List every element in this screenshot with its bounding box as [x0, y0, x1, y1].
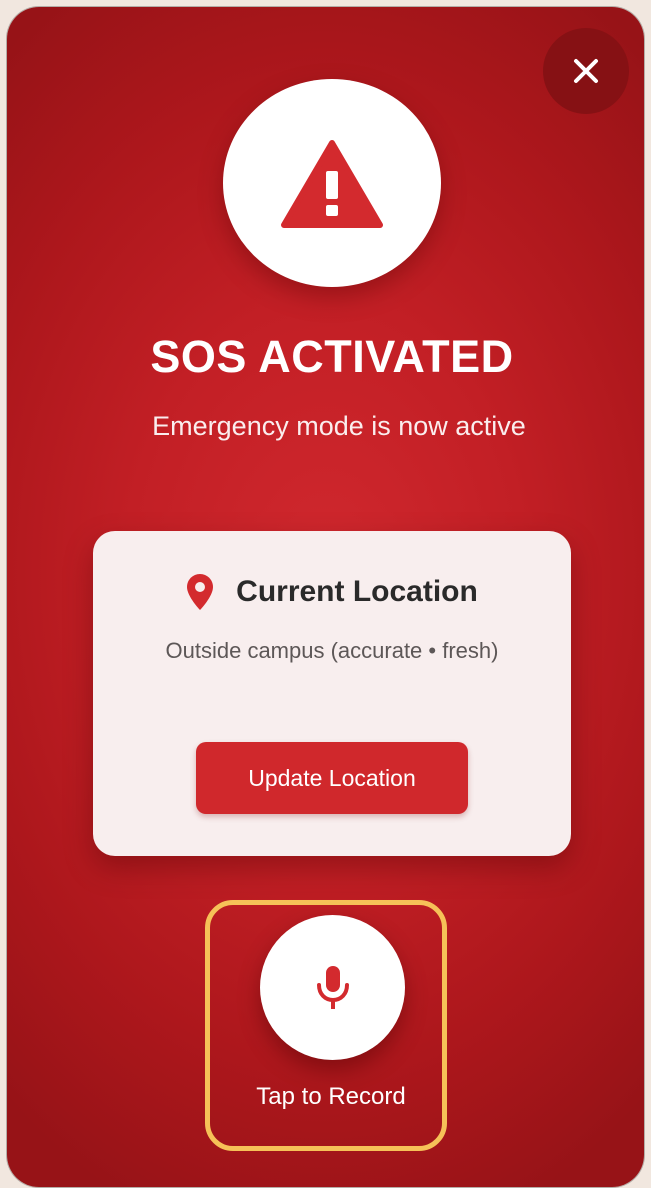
- microphone-icon: [316, 965, 349, 1009]
- close-button[interactable]: [543, 28, 629, 114]
- location-title: Current Location: [236, 575, 478, 608]
- alert-badge: [223, 79, 441, 287]
- close-icon: [574, 59, 598, 83]
- page-title: SOS ACTIVATED: [150, 331, 514, 382]
- record-button[interactable]: [260, 915, 405, 1060]
- page-subtitle: Emergency mode is now active: [152, 411, 526, 441]
- location-status: Outside campus (accurate • fresh): [165, 638, 499, 663]
- update-location-button[interactable]: Update Location: [196, 742, 468, 814]
- location-card: Current Location Outside campus (accurat…: [93, 531, 571, 856]
- location-pin-icon: [187, 574, 214, 610]
- location-header: Current Location: [93, 573, 571, 611]
- sos-screen: SOS ACTIVATED Emergency mode is now acti…: [7, 7, 644, 1187]
- record-label: Tap to Record: [256, 1083, 406, 1110]
- warning-triangle-icon: [281, 140, 383, 228]
